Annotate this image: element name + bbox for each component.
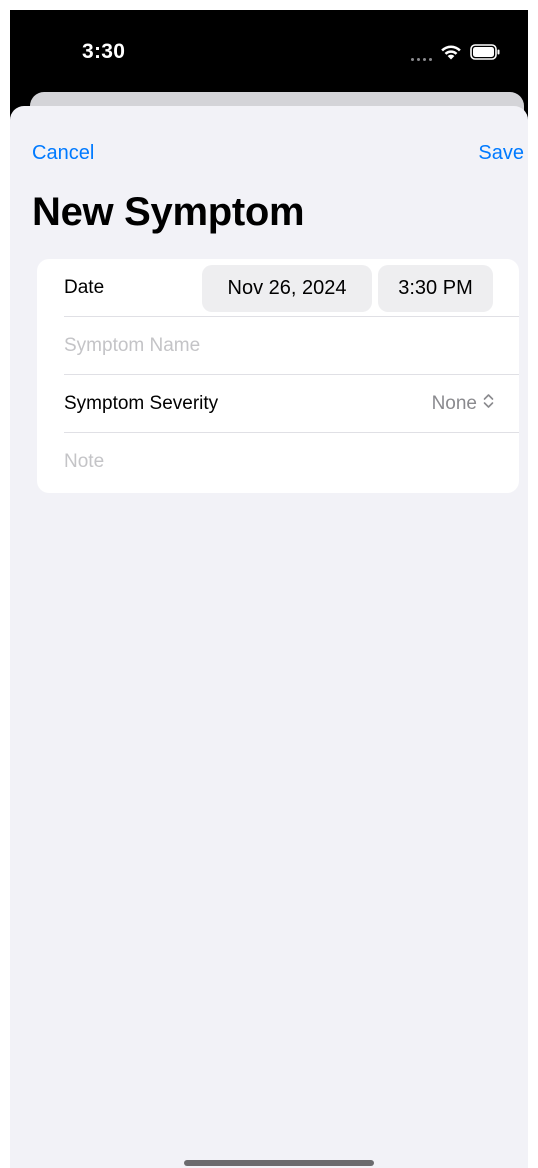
home-indicator	[184, 1160, 374, 1166]
signal-icon	[411, 47, 432, 61]
status-bar: 3:30	[10, 10, 528, 90]
save-button[interactable]: Save	[478, 142, 524, 165]
cancel-button[interactable]: Cancel	[32, 142, 94, 165]
symptom-name-field[interactable]: Symptom Name	[37, 317, 519, 375]
status-icons	[411, 43, 500, 65]
severity-value: None	[431, 393, 477, 414]
symptom-form: Date Nov 26, 2024 3:30 PM Symptom Name S…	[37, 259, 519, 493]
page-title: New Symptom	[32, 190, 305, 234]
date-row: Date Nov 26, 2024 3:30 PM	[37, 259, 519, 317]
note-field[interactable]: Note	[37, 433, 519, 491]
time-picker-button[interactable]: 3:30 PM	[378, 265, 493, 312]
device-screen: 3:30 Cancel Save New Symptom Date Nov 26…	[10, 10, 528, 1168]
wifi-icon	[440, 43, 462, 65]
battery-icon	[470, 43, 500, 65]
chevron-up-down-icon	[483, 375, 494, 433]
new-symptom-sheet: Cancel Save New Symptom Date Nov 26, 202…	[10, 106, 528, 1168]
status-time: 3:30	[82, 40, 126, 63]
note-placeholder: Note	[64, 451, 105, 472]
severity-label: Symptom Severity	[64, 393, 219, 414]
date-label: Date	[64, 277, 105, 298]
symptom-name-placeholder: Symptom Name	[64, 335, 201, 356]
symptom-severity-row[interactable]: Symptom Severity None	[37, 375, 519, 433]
date-picker-button[interactable]: Nov 26, 2024	[202, 265, 372, 312]
severity-picker[interactable]: None	[432, 375, 494, 433]
